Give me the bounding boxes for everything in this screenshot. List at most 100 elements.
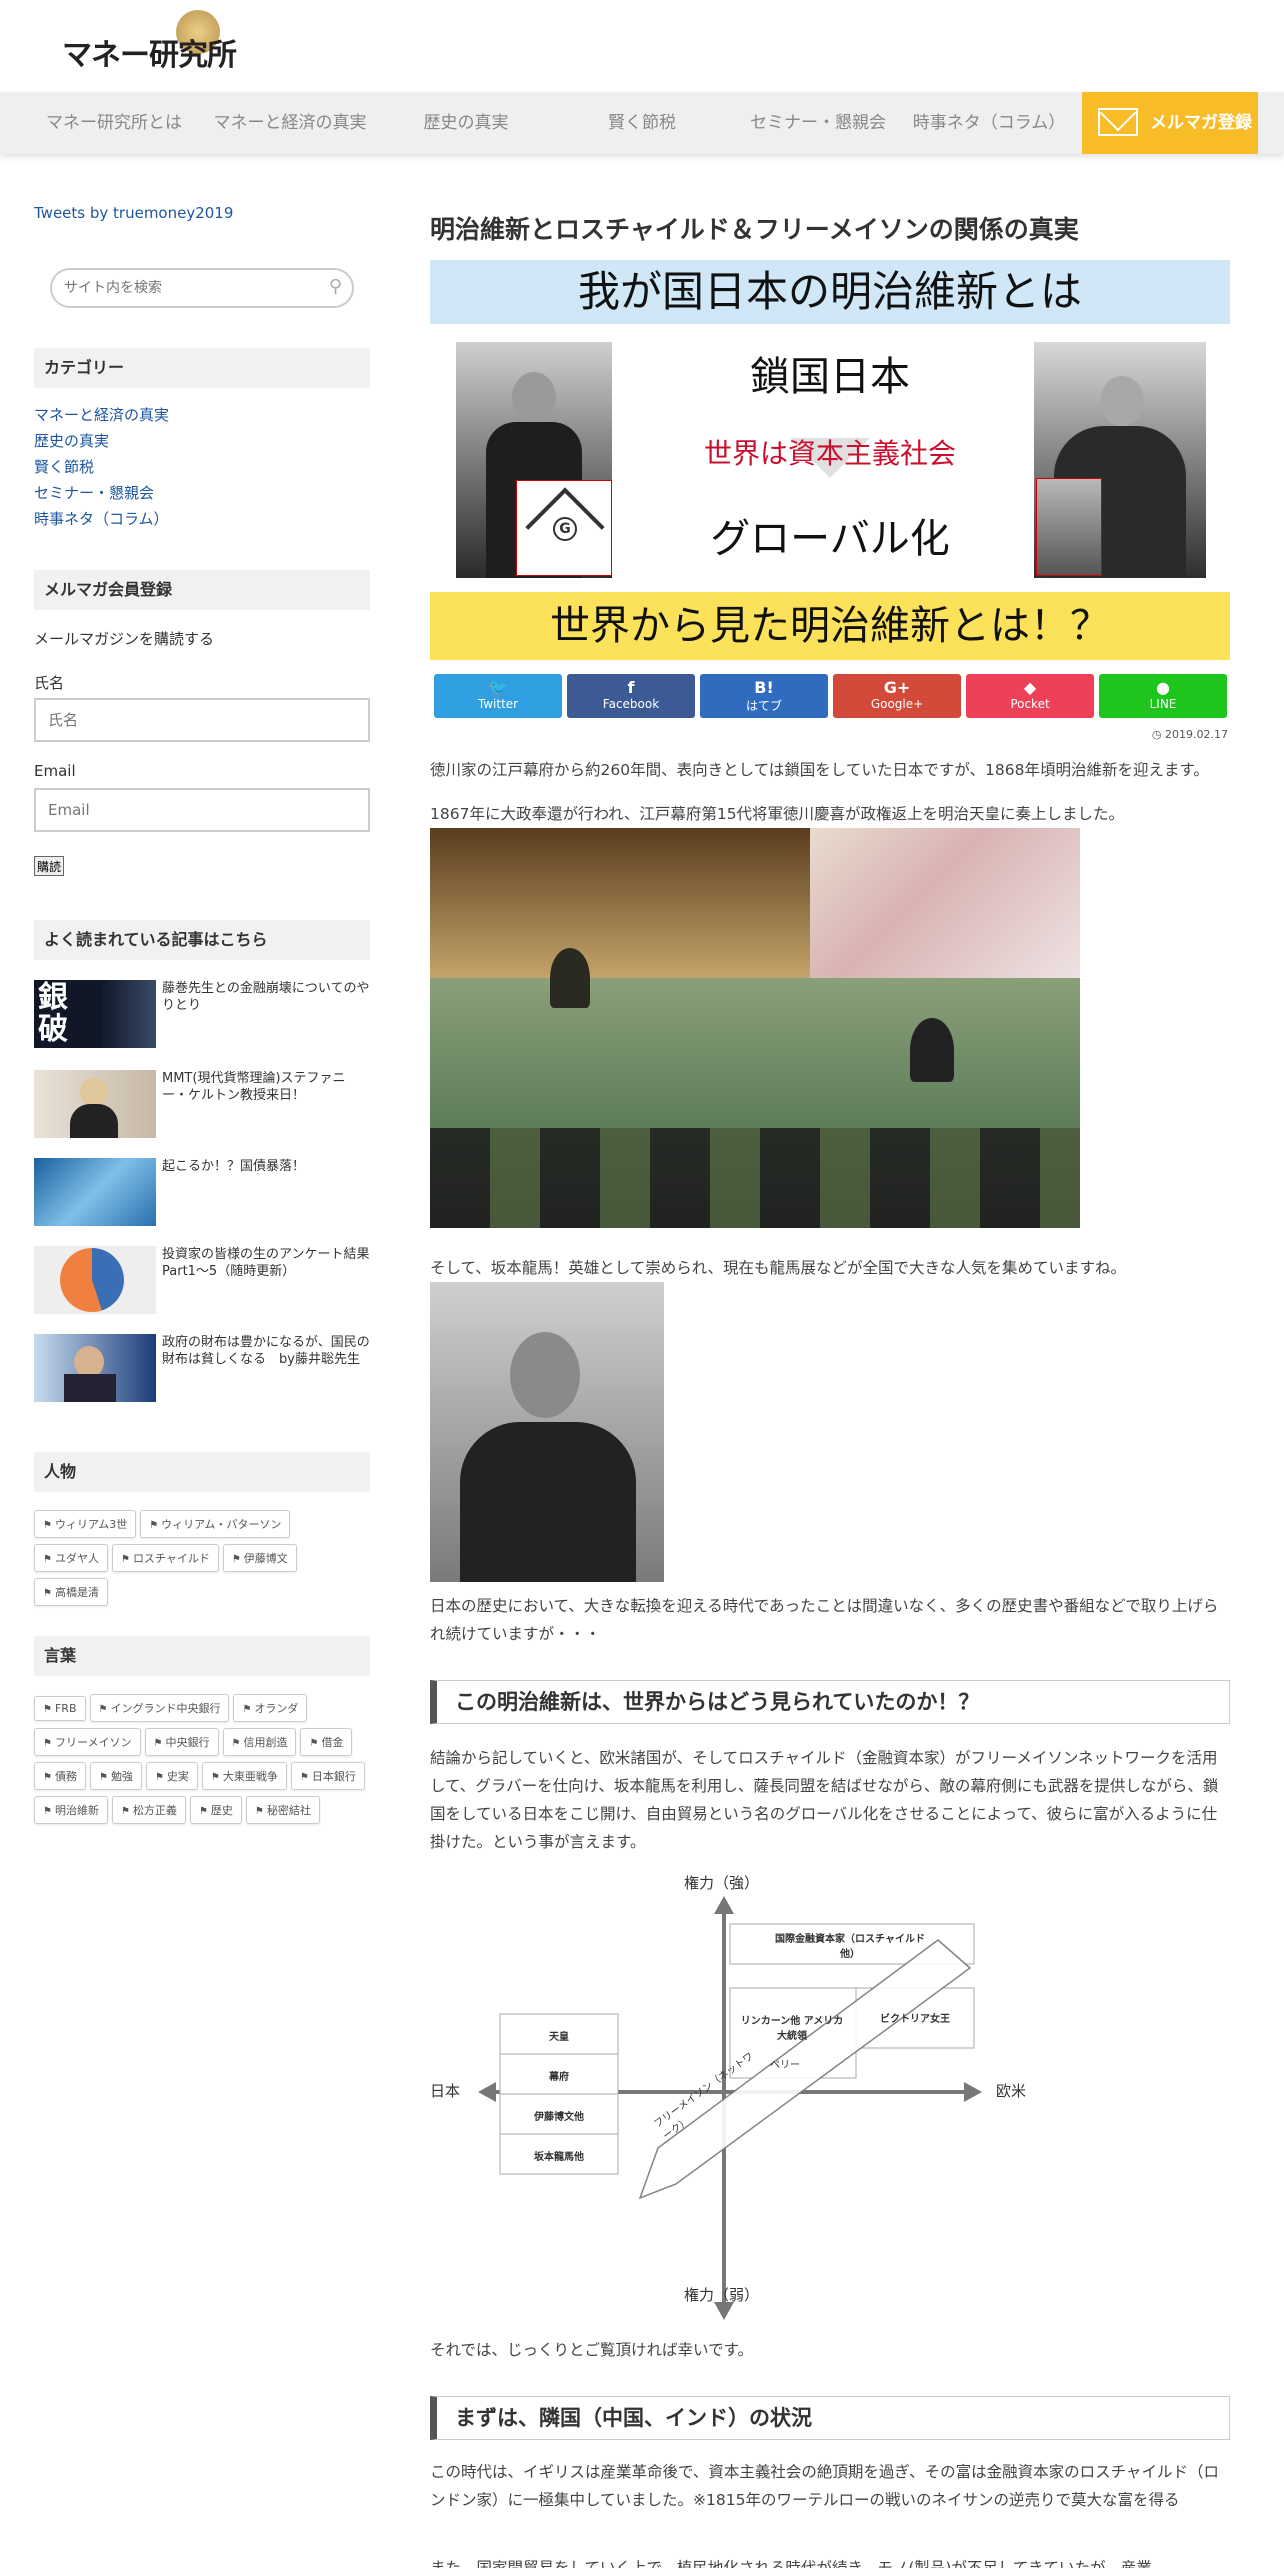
popular-title[interactable]: 政府の財布は豊かになるが、国民の財布は貧しくなる by藤井聡先生 [162,1334,370,1368]
tag[interactable]: 松方正義 [111,1796,186,1824]
paragraph: そして、坂本龍馬！英雄として崇められ、現在も龍馬展などが全国で大きな人気を集めて… [430,1259,1126,1277]
site-logo[interactable]: マネー研究所 [58,10,238,76]
diagram-label-top: 権力（強） [684,1874,760,1892]
people-tag-list: ウィリアム3世ウィリアム・パターソンユダヤ人ロスチャイルド伊藤博文高橋是清 [34,1510,370,1612]
facebook-icon: f [627,678,635,697]
newsletter-nav-label: メルマガ登録 [1150,113,1252,133]
popular-item[interactable]: 銀破 藤巻先生との金融崩壊についてのやりとり [34,980,370,1052]
tag[interactable]: 信用創造 [222,1728,297,1756]
popular-thumb[interactable] [34,1070,156,1138]
category-link-economy[interactable]: マネーと経済の真実 [34,402,370,428]
popular-thumb[interactable]: 銀破 [34,980,156,1048]
tag[interactable]: オランダ [233,1694,308,1722]
popular-item[interactable]: MMT(現代貨幣理論)ステファニー・ケルトン教授来日！ [34,1070,370,1142]
nav-item-history[interactable]: 歴史の真実 [378,92,554,154]
newsletter-nav-button[interactable]: メルマガ登録 [1082,92,1258,154]
tag[interactable]: 歴史 [189,1796,242,1824]
diagram-box-lincoln: リンカーン他 アメリカ大統領 [740,2016,844,2042]
subscribe-button[interactable]: 購読 [34,856,65,876]
nav-item-seminar[interactable]: セミナー・懇親会 [730,92,906,154]
popular-thumb[interactable] [34,1246,156,1314]
popular-title[interactable]: 投資家の皆様の生のアンケート結果 Part1～5（随時更新） [162,1246,370,1280]
site-header: マネー研究所 [0,0,1284,92]
diagram-box-shogunate: 幕府 [549,2072,569,2083]
search-input[interactable] [64,276,314,300]
diagram-arrow-label: フリーメイソン（ネットワーク） [652,2050,756,2143]
tag[interactable]: 債務 [34,1762,86,1790]
tag[interactable]: 借金 [300,1728,353,1756]
category-link-seminar[interactable]: セミナー・懇親会 [34,480,370,506]
popular-title[interactable]: 藤巻先生との金融崩壊についてのやりとり [162,980,370,1014]
paragraph: この時代は、イギリスは産業革命後で、資本主義社会の絶頂期を過ぎ、その富は金融資本… [430,2463,1219,2509]
popular-heading: よく読まれている記事はこちら [34,920,370,960]
nav-item-column[interactable]: 時事ネタ（コラム） [904,92,1074,154]
share-pocket-button[interactable]: ◆ Pocket [966,674,1094,718]
section-heading: この明治維新は、世界からはどう見られていたのか！？ [430,1680,1230,1724]
section-heading: まずは、隣国（中国、インド）の状況 [430,2396,1230,2440]
category-link-tax[interactable]: 賢く節税 [34,454,370,480]
share-hatena-button[interactable]: B! はてブ [700,674,828,718]
envelope-icon [1098,108,1138,136]
paragraph: 日本の歴史において、大きな転換を迎える時代であったことは間違いなく、多くの歴史書… [430,1597,1219,1643]
email-field[interactable] [34,788,370,832]
tag[interactable]: ウィリアム3世 [34,1510,137,1538]
tag[interactable]: 秘密結社 [245,1796,320,1824]
popular-title[interactable]: MMT(現代貨幣理論)ステファニー・ケルトン教授来日！ [162,1070,370,1104]
popular-thumb-text: 銀破 [38,980,68,1047]
tag[interactable]: 高橋是清 [34,1578,108,1606]
tweets-link[interactable]: Tweets by truemoney2019 [34,204,233,222]
tag[interactable]: 伊藤博文 [222,1544,297,1572]
category-link-history[interactable]: 歴史の真実 [34,428,370,454]
popular-item[interactable]: 投資家の皆様の生のアンケート結果 Part1～5（随時更新） [34,1246,370,1318]
tag[interactable]: イングランド中央銀行 [89,1694,230,1722]
tag[interactable]: ロスチャイルド [111,1544,219,1572]
diagram-label-perry: ペリー [770,2060,800,2071]
tag[interactable]: FRB [34,1696,86,1721]
tag[interactable]: フリーメイソン [34,1728,141,1756]
googleplus-icon: G+ [883,678,911,697]
popular-item[interactable]: 政府の財布は豊かになるが、国民の財布は貧しくなる by藤井聡先生 [34,1334,370,1406]
tag[interactable]: 勉強 [89,1762,142,1790]
share-googleplus-button[interactable]: G+ Google+ [833,674,961,718]
nav-item-about[interactable]: マネー研究所とは [22,92,206,154]
share-twitter-button[interactable]: 🐦 Twitter [434,674,562,718]
word-tag-list: FRBイングランド中央銀行オランダフリーメイソン中央銀行信用創造借金債務勉強史実… [34,1694,370,1830]
sakamoto-ryoma-photo [430,1282,664,1582]
tag[interactable]: ユダヤ人 [34,1544,108,1572]
category-heading: カテゴリー [34,348,370,388]
tag[interactable]: ウィリアム・パターソン [140,1510,291,1538]
nav-item-economy[interactable]: マネーと経済の真実 [200,92,380,154]
share-facebook-button[interactable]: f Facebook [567,674,695,718]
newsletter-desc: メールマガジンを購読する [34,630,215,648]
email-label: Email [34,762,76,780]
diagram-box-financiers: 国際金融資本家（ロスチャイルド他） [775,1934,925,1960]
words-heading: 言葉 [34,1636,370,1676]
name-field[interactable] [34,698,370,742]
diagram-label-bottom: 権力（弱） [684,2286,760,2304]
category-link-column[interactable]: 時事ネタ（コラム） [34,506,370,532]
diagram-label-right: 欧米 [996,2082,1027,2100]
share-line-button[interactable]: ● LINE [1099,674,1227,718]
search-icon[interactable]: ⚲ [329,276,342,297]
tag[interactable]: 史実 [145,1762,198,1790]
popular-thumb[interactable] [34,1158,156,1226]
hero-line1: 鎖国日本 [750,354,910,400]
popular-item[interactable]: 起こるか！？国債暴落！ [34,1158,370,1230]
tag[interactable]: 中央銀行 [144,1728,219,1756]
tag[interactable]: 大東亜戦争 [201,1762,287,1790]
tag[interactable]: 日本銀行 [290,1762,365,1790]
article-title: 明治維新とロスチャイルド＆フリーメイソンの関係の真実 [430,215,1079,244]
search-box[interactable]: ⚲ [50,268,354,308]
paragraph: 結論から記していくと、欧米諸国が、そしてロスチャイルド（金融資本家）がフリーメイ… [430,1749,1219,1851]
nav-item-tax[interactable]: 賢く節税 [552,92,732,154]
diagram-box-ito: 伊藤博文他 [534,2112,584,2123]
popular-title[interactable]: 起こるか！？国債暴落！ [162,1158,370,1175]
paragraph: 1867年に大政奉還が行われ、江戸幕府第15代将軍徳川慶喜が政権返上を明治天皇に… [430,805,1125,823]
tag[interactable]: 明治維新 [34,1796,108,1824]
post-date: ◷ 2019.02.17 [1151,728,1228,741]
popular-thumb[interactable] [34,1334,156,1402]
diagram-label-left: 日本 [430,2082,461,2100]
power-diagram-labels: 権力（強） 権力（弱） 日本 欧米 国際金融資本家（ロスチャイルド他） リンカー… [430,1868,1230,2328]
hatena-icon: B! [754,678,774,697]
line-icon: ● [1156,678,1170,697]
